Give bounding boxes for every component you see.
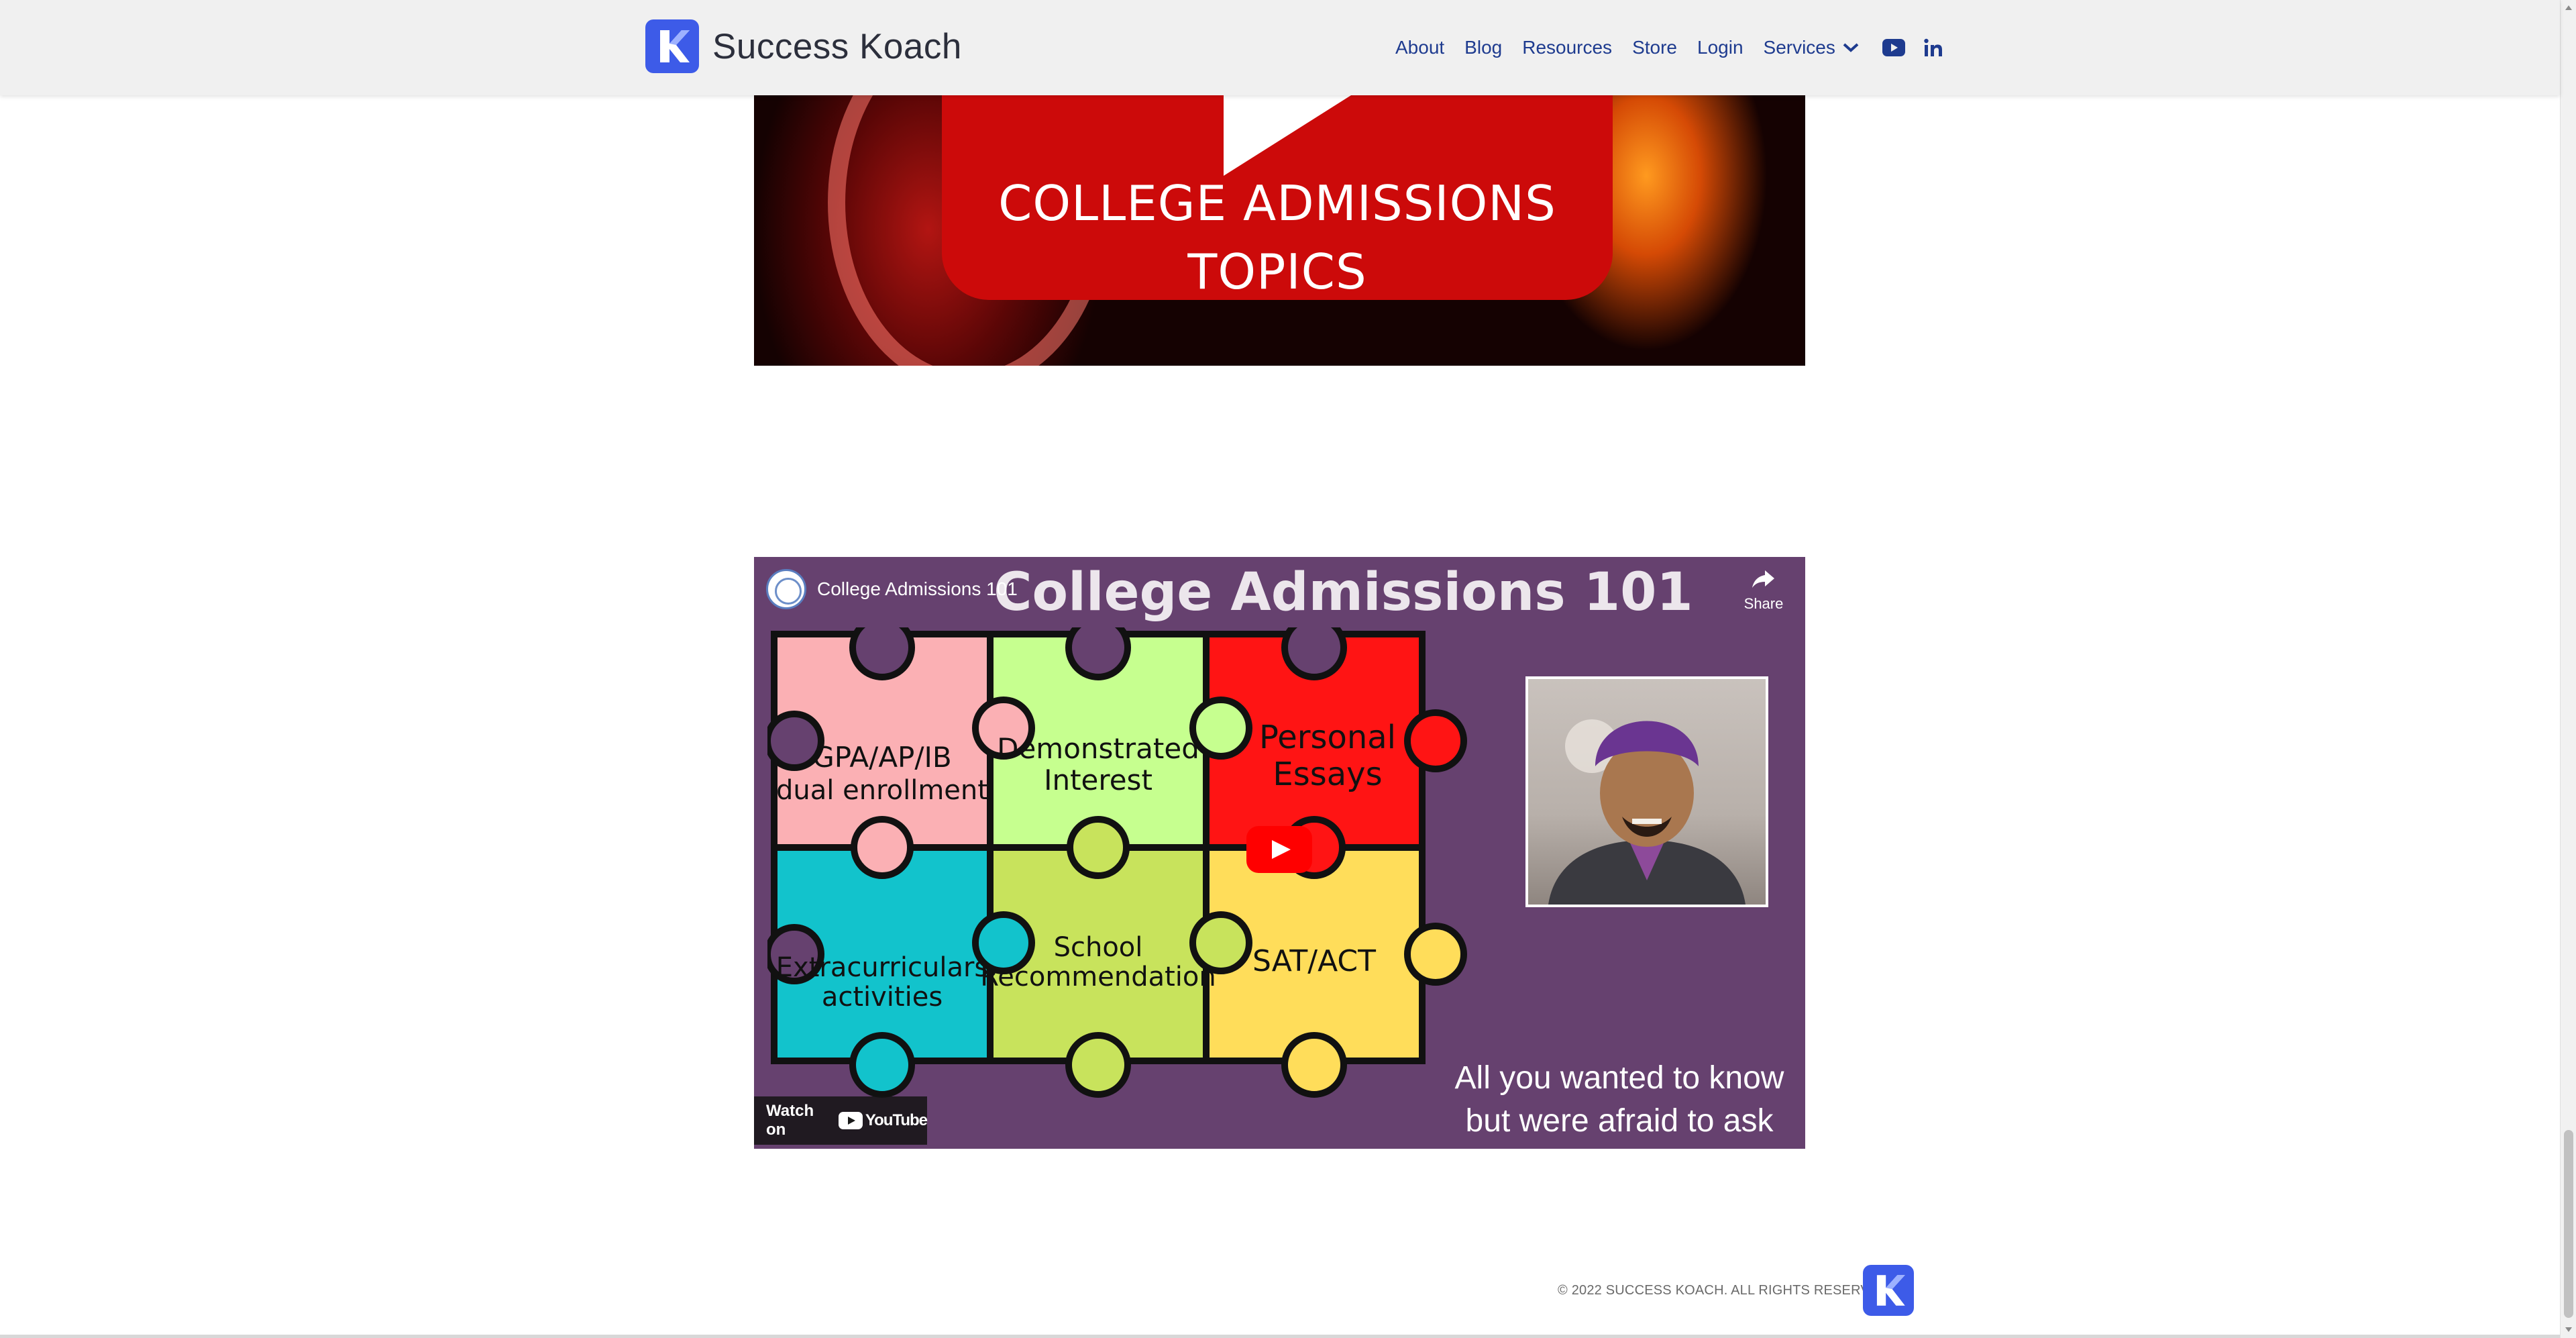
piece-text-demonstrated-2: Interest <box>1044 764 1152 796</box>
footer-logo-icon[interactable] <box>1863 1265 1914 1316</box>
page-scrollbar[interactable] <box>2560 0 2576 1338</box>
scroll-up-arrow-icon[interactable] <box>2565 5 2572 10</box>
nav-resources[interactable]: Resources <box>1522 37 1612 58</box>
nav-services-label: Services <box>1763 37 1835 58</box>
piece-text-school-2: Recommendation <box>980 962 1216 992</box>
chevron-down-icon <box>1843 43 1859 52</box>
main-nav: About Blog Resources Store Login Service… <box>1395 32 1962 63</box>
nav-login[interactable]: Login <box>1697 37 1743 58</box>
presenter-photo <box>1525 676 1768 907</box>
piece-text-extracurriculars-1: Extracurriculars <box>776 952 988 983</box>
channel-info[interactable]: College Admissions 101 <box>766 569 1018 609</box>
piece-text-essays-2: Essays <box>1273 756 1382 793</box>
brand-logo-icon <box>645 19 699 73</box>
banner-line-2: TOPICS <box>1187 244 1367 300</box>
brand-home-link[interactable]: Success Koach <box>645 19 962 73</box>
video-title-link[interactable]: College Admissions 101 <box>817 578 1018 600</box>
youtube-icon[interactable] <box>1882 39 1905 56</box>
piece-text-school-1: School <box>1054 932 1143 963</box>
brand-name: Success Koach <box>712 26 962 66</box>
piece-text-gpa-1: GPA/AP/IB <box>812 741 951 774</box>
puzzle-graphic: GPA/AP/IB dual enrollment Demonstrated I… <box>767 627 1467 1098</box>
copyright-text: © 2022 SUCCESS KOACH. ALL RIGHTS RESERVE… <box>1558 1283 1892 1298</box>
watch-on-label: Watch on <box>766 1102 814 1139</box>
youtube-logo-play-icon <box>838 1112 863 1129</box>
banner-line-1: COLLEGE ADMISSIONS <box>998 175 1556 231</box>
youtube-wordmark: YouTube <box>865 1111 928 1129</box>
video-tagline: All you wanted to know but were afraid t… <box>1445 1057 1794 1143</box>
site-header: Success Koach About Blog Resources Store… <box>0 0 2560 95</box>
youtube-video-embed[interactable]: College Admissions 101 College Admission… <box>754 557 1805 1149</box>
play-button-icon[interactable] <box>1246 826 1312 873</box>
bottom-edge <box>0 1335 2560 1338</box>
piece-text-extracurriculars-2: activities <box>822 982 943 1013</box>
tagline-line-2: but were afraid to ask <box>1465 1103 1774 1139</box>
watch-on-youtube-button[interactable]: Watch on YouTube <box>754 1096 928 1145</box>
share-label: Share <box>1743 595 1784 612</box>
channel-avatar-icon[interactable] <box>766 569 806 609</box>
share-button[interactable]: Share <box>1737 569 1790 613</box>
nav-about[interactable]: About <box>1395 37 1444 58</box>
presenter-photo-image <box>1528 679 1766 905</box>
nav-blog[interactable]: Blog <box>1464 37 1502 58</box>
tagline-line-1: All you wanted to know <box>1454 1060 1784 1096</box>
banner-play-triangle-icon <box>1224 95 1351 176</box>
scroll-down-arrow-icon[interactable] <box>2565 1327 2572 1332</box>
piece-text-demonstrated-1: Demonstrated <box>997 732 1199 765</box>
nav-services-dropdown[interactable]: Services <box>1764 37 1860 58</box>
piece-text-sat-act: SAT/ACT <box>1252 944 1376 978</box>
banner-text: COLLEGE ADMISSIONS TOPICS <box>942 169 1613 306</box>
scrollbar-thumb[interactable] <box>2564 1130 2573 1318</box>
piece-text-gpa-2: dual enrollment <box>776 775 988 806</box>
share-icon <box>1752 570 1774 588</box>
nav-store[interactable]: Store <box>1632 37 1677 58</box>
youtube-logo-icon: YouTube <box>838 1111 928 1130</box>
piece-text-essays-1: Personal <box>1259 719 1396 756</box>
linkedin-icon[interactable] <box>1924 38 1943 57</box>
college-admissions-topics-banner: COLLEGE ADMISSIONS TOPICS <box>754 95 1805 366</box>
